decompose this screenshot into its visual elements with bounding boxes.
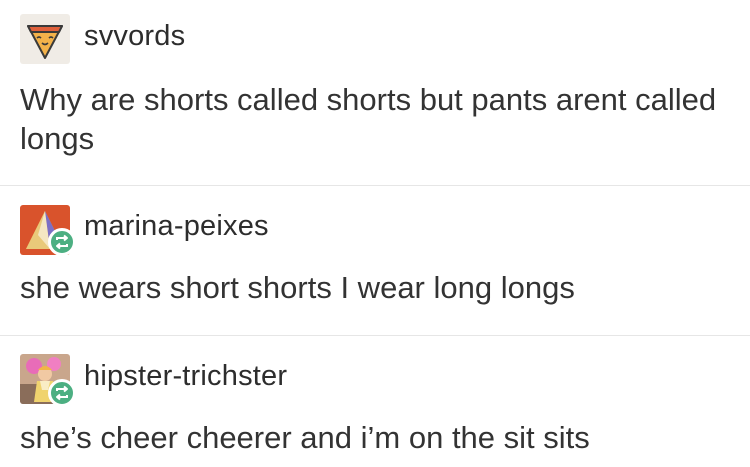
post-hipster-trichster: hipster-trichster she’s cheer cheerer an… bbox=[0, 336, 750, 467]
post-text: she wears short shorts I wear long longs bbox=[20, 270, 575, 305]
reblog-badge bbox=[48, 228, 76, 256]
reblog-badge bbox=[48, 379, 76, 407]
username[interactable]: svvords bbox=[84, 20, 185, 53]
post-marina-peixes: marina-peixes she wears short shorts I w… bbox=[0, 186, 750, 336]
username[interactable]: marina-peixes bbox=[84, 210, 269, 243]
reblog-arrows-icon bbox=[56, 385, 68, 401]
avatar-svvords[interactable] bbox=[20, 14, 70, 64]
post-text: she’s cheer cheerer and i’m on the sit s… bbox=[20, 420, 590, 455]
post-svvords: svvords Why are shorts called shorts but… bbox=[0, 0, 750, 186]
reblog-arrows-icon bbox=[56, 234, 68, 250]
username[interactable]: hipster-trichster bbox=[84, 360, 287, 393]
post-text: Why are shorts called shorts but pants a… bbox=[20, 82, 717, 156]
pizza-triangle-icon bbox=[20, 14, 70, 64]
